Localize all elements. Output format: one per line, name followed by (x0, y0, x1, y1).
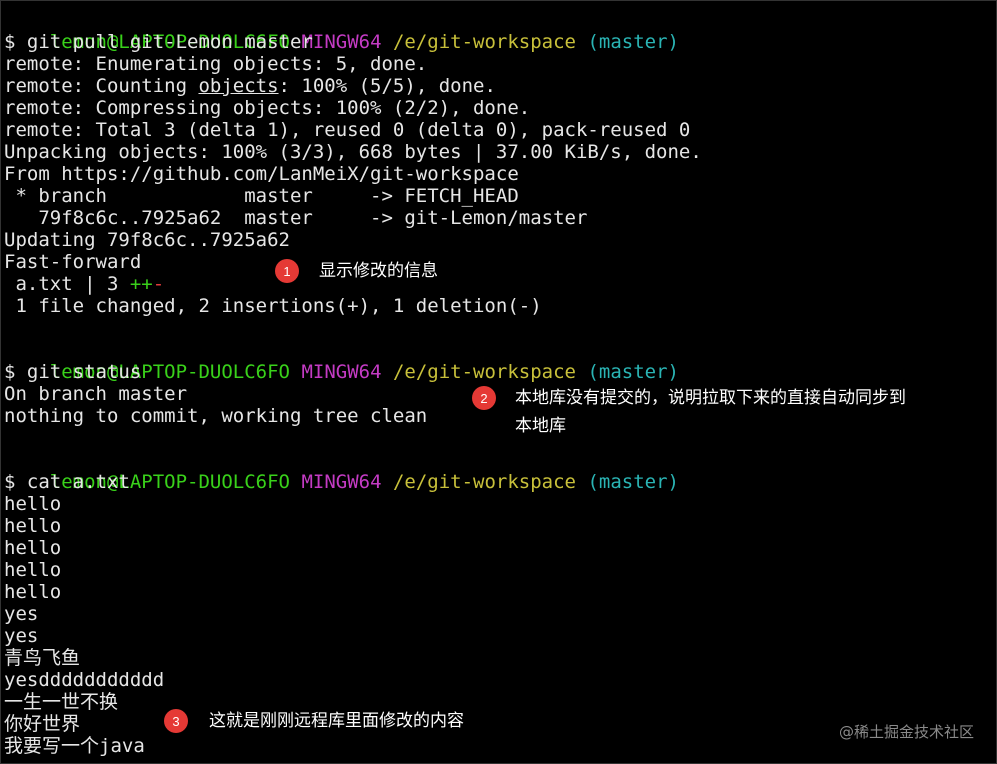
diffstat-additions: ++ (129, 273, 153, 295)
file-content-line: yes (4, 603, 39, 625)
annotation-text-3: 这就是刚刚远程库里面修改的内容 (209, 711, 464, 731)
file-content-line: hello (4, 581, 62, 603)
prompt-path: /e/git-workspace (392, 361, 576, 383)
output-line: 79f8c6c..7925a62 master -> git-Lemon/mas… (4, 207, 588, 229)
output-line: Fast-forward (4, 251, 142, 273)
diffstat-line: a.txt | 3 ++- (4, 273, 164, 295)
command-line: $ git status (4, 361, 142, 383)
annotation-text-1: 显示修改的信息 (319, 261, 438, 281)
output-line: Unpacking objects: 100% (3/3), 668 bytes… (4, 141, 702, 163)
output-line: From https://github.com/LanMeiX/git-work… (4, 163, 519, 185)
output-text: : 100% (5/5), done. (278, 75, 496, 97)
annotation-badge-1: 1 (275, 259, 299, 283)
output-line: * branch master -> FETCH_HEAD (4, 185, 519, 207)
output-line: remote: Total 3 (delta 1), reused 0 (del… (4, 119, 691, 141)
annotation-text-2b: 本地库 (515, 416, 566, 436)
prompt-shell: MINGW64 (301, 361, 382, 383)
annotation-text-2a: 本地库没有提交的，说明拉取下来的直接自动同步到 (515, 388, 906, 408)
file-content-line: yes (4, 625, 39, 647)
prompt-path: /e/git-workspace (392, 471, 576, 493)
output-line: Updating 79f8c6c..7925a62 (4, 229, 290, 251)
output-line: On branch master (4, 383, 188, 405)
output-line: nothing to commit, working tree clean (4, 405, 428, 427)
file-content-line: hello (4, 515, 62, 537)
command-line: $ git pull git-Lemon master (4, 31, 313, 53)
prompt-branch: (master) (587, 31, 679, 53)
file-content-line: 你好世界 (4, 713, 81, 735)
output-text-underlined: objects (198, 75, 279, 97)
output-line: remote: Enumerating objects: 5, done. (4, 53, 428, 75)
prompt-shell: MINGW64 (301, 471, 382, 493)
prompt-line: lemon@LAPTOP-DUOLC6FO MINGW64 /e/git-wor… (4, 339, 679, 383)
output-line: remote: Counting objects: 100% (5/5), do… (4, 75, 496, 97)
file-content-line: hello (4, 559, 62, 581)
file-content-line: 青鸟飞鱼 (4, 647, 81, 669)
command-line: $ cat a.txt (4, 471, 130, 493)
prompt-path: /e/git-workspace (392, 31, 576, 53)
prompt-branch: (master) (587, 361, 679, 383)
output-text: remote: Counting (4, 75, 199, 97)
file-content-line: hello (4, 537, 62, 559)
diffstat-file: a.txt | 3 (4, 273, 130, 295)
prompt-branch: (master) (587, 471, 679, 493)
prompt-shell: MINGW64 (301, 31, 382, 53)
file-content-line: 我要写一个java (4, 735, 145, 757)
annotation-badge-3: 3 (164, 709, 188, 733)
terminal-window[interactable]: lemon@LAPTOP-DUOLC6FO MINGW64 /e/git-wor… (0, 0, 997, 764)
prompt-line: lemon@LAPTOP-DUOLC6FO MINGW64 /e/git-wor… (4, 449, 679, 493)
prompt-line: lemon@LAPTOP-DUOLC6FO MINGW64 /e/git-wor… (4, 9, 679, 53)
watermark: @稀土掘金技术社区 (838, 723, 974, 741)
diffstat-deletions: - (152, 273, 165, 295)
file-content-line: yesddddddddddd (4, 669, 165, 691)
output-line: 1 file changed, 2 insertions(+), 1 delet… (4, 295, 542, 317)
output-line: remote: Compressing objects: 100% (2/2),… (4, 97, 531, 119)
file-content-line: 一生一世不换 (4, 691, 119, 713)
annotation-badge-2: 2 (472, 386, 496, 410)
file-content-line: hello (4, 493, 62, 515)
